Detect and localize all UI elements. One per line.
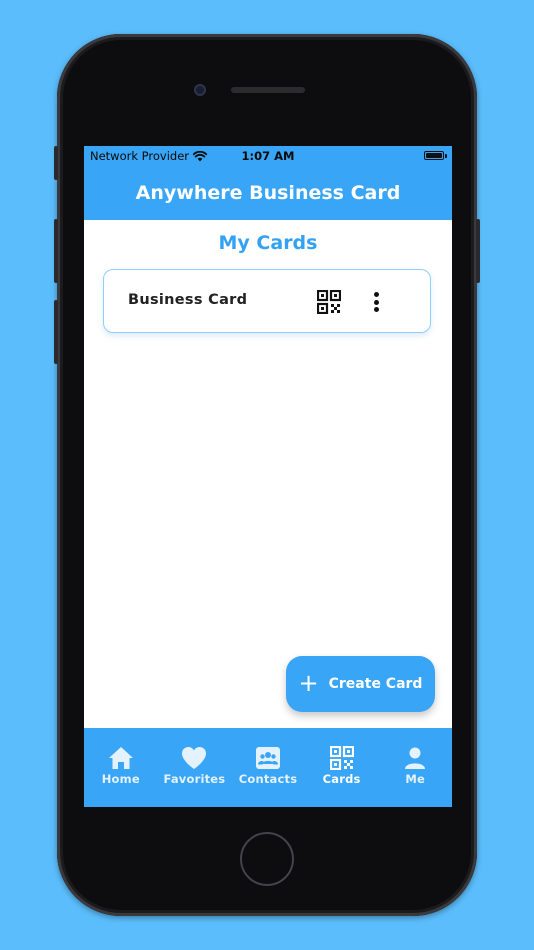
app-screen: Network Provider 1:07 AM Anywhere Busine… <box>84 146 452 807</box>
silent-switch <box>54 146 58 180</box>
qr-code-icon[interactable] <box>317 290 341 314</box>
power-button <box>476 219 480 283</box>
volume-down-button <box>54 300 58 364</box>
more-vertical-icon[interactable] <box>366 290 386 314</box>
home-hardware-button[interactable] <box>240 832 294 886</box>
create-card-button[interactable]: + Create Card <box>286 656 435 712</box>
status-bar: Network Provider 1:07 AM <box>84 146 452 166</box>
nav-label-me: Me <box>405 772 425 786</box>
create-card-label: Create Card <box>328 676 423 692</box>
contacts-icon <box>255 747 280 769</box>
battery-tip <box>445 154 447 158</box>
nav-item-favorites[interactable]: Favorites <box>158 728 232 807</box>
battery-icon <box>424 151 444 160</box>
app-header: Anywhere Business Card <box>84 166 452 220</box>
plus-icon: + <box>298 669 319 697</box>
home-icon <box>108 747 133 769</box>
card-name: Business Card <box>128 292 248 308</box>
volume-up-button <box>54 219 58 283</box>
nav-label-home: Home <box>101 772 140 786</box>
qr-code-icon <box>329 746 354 770</box>
heart-icon <box>182 747 207 769</box>
bottom-navigation: Home Favorites Contacts Cards Me <box>84 728 452 807</box>
nav-item-contacts[interactable]: Contacts <box>231 728 305 807</box>
earpiece-speaker <box>231 87 305 93</box>
nav-item-home[interactable]: Home <box>84 728 158 807</box>
section-title: My Cards <box>218 232 318 254</box>
status-time: 1:07 AM <box>241 149 295 163</box>
person-icon <box>405 747 426 769</box>
nav-item-me[interactable]: Me <box>378 728 452 807</box>
app-title: Anywhere Business Card <box>135 182 401 204</box>
nav-item-cards[interactable]: Cards <box>305 728 379 807</box>
front-camera <box>194 84 206 96</box>
nav-label-contacts: Contacts <box>238 772 298 786</box>
nav-label-favorites: Favorites <box>163 772 226 786</box>
card-list-item[interactable]: Business Card <box>103 269 431 333</box>
nav-label-cards: Cards <box>322 772 361 786</box>
